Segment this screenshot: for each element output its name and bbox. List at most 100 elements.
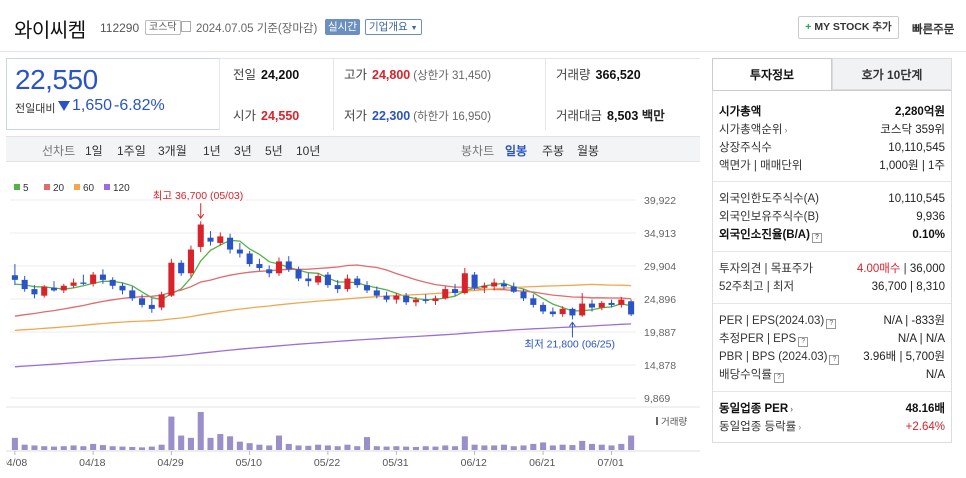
candle-chart-tab[interactable]: 봉차트 — [461, 142, 494, 159]
divider — [545, 58, 546, 130]
dividend-label-wrap: 배당수익률? — [719, 366, 784, 384]
candle-daily[interactable]: 일봉 — [505, 142, 527, 159]
candle-body — [393, 295, 400, 300]
volume-bar — [139, 447, 146, 450]
candle-body — [197, 224, 204, 247]
candle-body — [608, 302, 615, 305]
volume-bar — [256, 444, 263, 450]
candle-body — [500, 283, 507, 287]
x-tick-label: 07/01 — [598, 457, 624, 469]
shares-label: 상장주식수 — [719, 142, 772, 154]
chevron-right-icon[interactable]: › — [784, 125, 787, 135]
candle-weekly[interactable]: 주봉 — [542, 142, 564, 159]
help-icon[interactable]: ? — [798, 337, 809, 347]
per-label-wrap: PER | EPS(2024.03)? — [719, 312, 837, 330]
dividend-value: N/A — [925, 369, 945, 381]
min-arrow-icon — [569, 321, 576, 338]
opinion-value-wrap: 4.00매수 | 36,000 — [857, 260, 945, 278]
high-value: 24,800 — [372, 68, 411, 82]
investment-info-panel: 시가총액 2,280억원 시가총액순위 › 코스닥 359위 상장주식수 10,110,… — [712, 90, 952, 443]
divider — [713, 303, 951, 304]
min-price-label: 최저 21,800 (06/25) — [524, 338, 615, 350]
change-value: 1,650 — [72, 97, 113, 114]
my-stock-add-button[interactable]: + MY STOCK 추가 — [798, 16, 899, 39]
stock-name: 와이씨켐 — [14, 20, 86, 42]
period-10y[interactable]: 10년 — [296, 142, 320, 159]
volume-bar — [109, 446, 116, 450]
volume-bar — [31, 445, 38, 450]
realtime-button[interactable]: 실시간 — [325, 19, 360, 35]
candle-body — [315, 275, 322, 283]
candle-body — [579, 303, 586, 316]
volume-bar — [452, 446, 459, 450]
x-tick-label: 04/08 — [6, 457, 27, 469]
volume-bar — [11, 437, 18, 450]
divider — [713, 391, 951, 392]
line-chart-tab[interactable]: 선차트 — [42, 142, 75, 159]
candle-body — [80, 282, 87, 284]
lower-limit: (하한가 16,950) — [413, 111, 492, 123]
quick-order-button[interactable]: 빠른주문 — [912, 21, 954, 37]
volume-bar — [373, 446, 380, 450]
separator: | — [903, 263, 907, 275]
divider — [333, 58, 334, 130]
candle-body — [422, 299, 429, 301]
candle-body — [628, 301, 635, 315]
candle-body — [344, 278, 351, 290]
volume-bar — [510, 446, 517, 450]
open-label: 시가 — [233, 109, 257, 123]
tab-investment-info[interactable]: 투자정보 — [712, 58, 832, 90]
company-overview-dropdown[interactable]: 기업개요 ▼ — [365, 19, 422, 35]
y-tick-label: 9,869 — [644, 393, 670, 405]
candle-monthly[interactable]: 월봉 — [577, 142, 599, 159]
low-value: 22,300 — [372, 109, 411, 123]
market-badge: 코스닥 — [145, 20, 181, 35]
x-tick-label: 04/29 — [157, 457, 183, 469]
candle-body — [520, 291, 527, 299]
volume-bar — [90, 443, 97, 450]
x-tick-label: 05/31 — [382, 457, 408, 469]
candle-body — [99, 274, 106, 280]
candle-body — [452, 289, 459, 294]
candle-body — [217, 236, 224, 243]
tab-orderbook[interactable]: 호가 10단계 — [832, 58, 952, 90]
opinion-row: 투자의견 | 목표주가 4.00매수 | 36,000 — [719, 260, 945, 278]
base-date: 2024.07.05 기준(장마감) — [196, 23, 318, 35]
chevron-right-icon[interactable]: › — [790, 404, 793, 414]
help-icon[interactable]: ? — [826, 319, 837, 329]
chevron-right-icon[interactable]: › — [798, 422, 801, 432]
market-cap-rank-label-wrap: 시가총액순위 › — [719, 121, 787, 139]
volume-bar — [80, 446, 87, 450]
help-icon[interactable]: ? — [829, 355, 840, 365]
candle-body — [41, 286, 48, 296]
foreign-limit-value: 10,110,545 — [888, 193, 945, 205]
period-1y[interactable]: 1년 — [203, 142, 221, 159]
candle-body — [334, 285, 341, 290]
foreign-ratio-value: 0.10% — [912, 229, 945, 241]
foreign-hold-row: 외국인보유주식수(B) 9,936 — [719, 208, 945, 226]
volume-bar — [295, 445, 302, 450]
help-icon[interactable]: ? — [773, 373, 784, 383]
period-3m[interactable]: 3개월 — [158, 142, 187, 159]
period-1w[interactable]: 1주일 — [117, 142, 146, 159]
period-1d[interactable]: 1일 — [85, 142, 103, 159]
candle-body — [119, 285, 126, 291]
stock-chart[interactable]: 5 20 60 120 39,922 34,913 29,904 24,896 19,887 14… — [6, 170, 700, 470]
divider — [219, 58, 220, 130]
volume-value: 366,520 — [595, 68, 641, 82]
industry-per-row: 동일업종 PER › 48.16배 — [719, 400, 945, 418]
period-5y[interactable]: 5년 — [265, 142, 283, 159]
open-stat: 시가 24,550 — [233, 105, 299, 124]
amount-stat: 거래대금 8,503 백만 — [556, 105, 665, 124]
period-3y[interactable]: 3년 — [234, 142, 252, 159]
volume-bar — [422, 446, 429, 450]
volume-bar — [217, 434, 224, 450]
volume-bar — [520, 445, 527, 450]
amount-label: 거래대금 — [556, 109, 603, 123]
volume-bar — [178, 435, 185, 450]
volume-bar — [50, 446, 58, 450]
down-arrow-icon — [58, 101, 70, 111]
industry-chg-row: 동일업종 등락률 › +2.64% — [719, 418, 945, 436]
candle-body — [266, 269, 273, 274]
help-icon[interactable]: ? — [811, 233, 822, 243]
